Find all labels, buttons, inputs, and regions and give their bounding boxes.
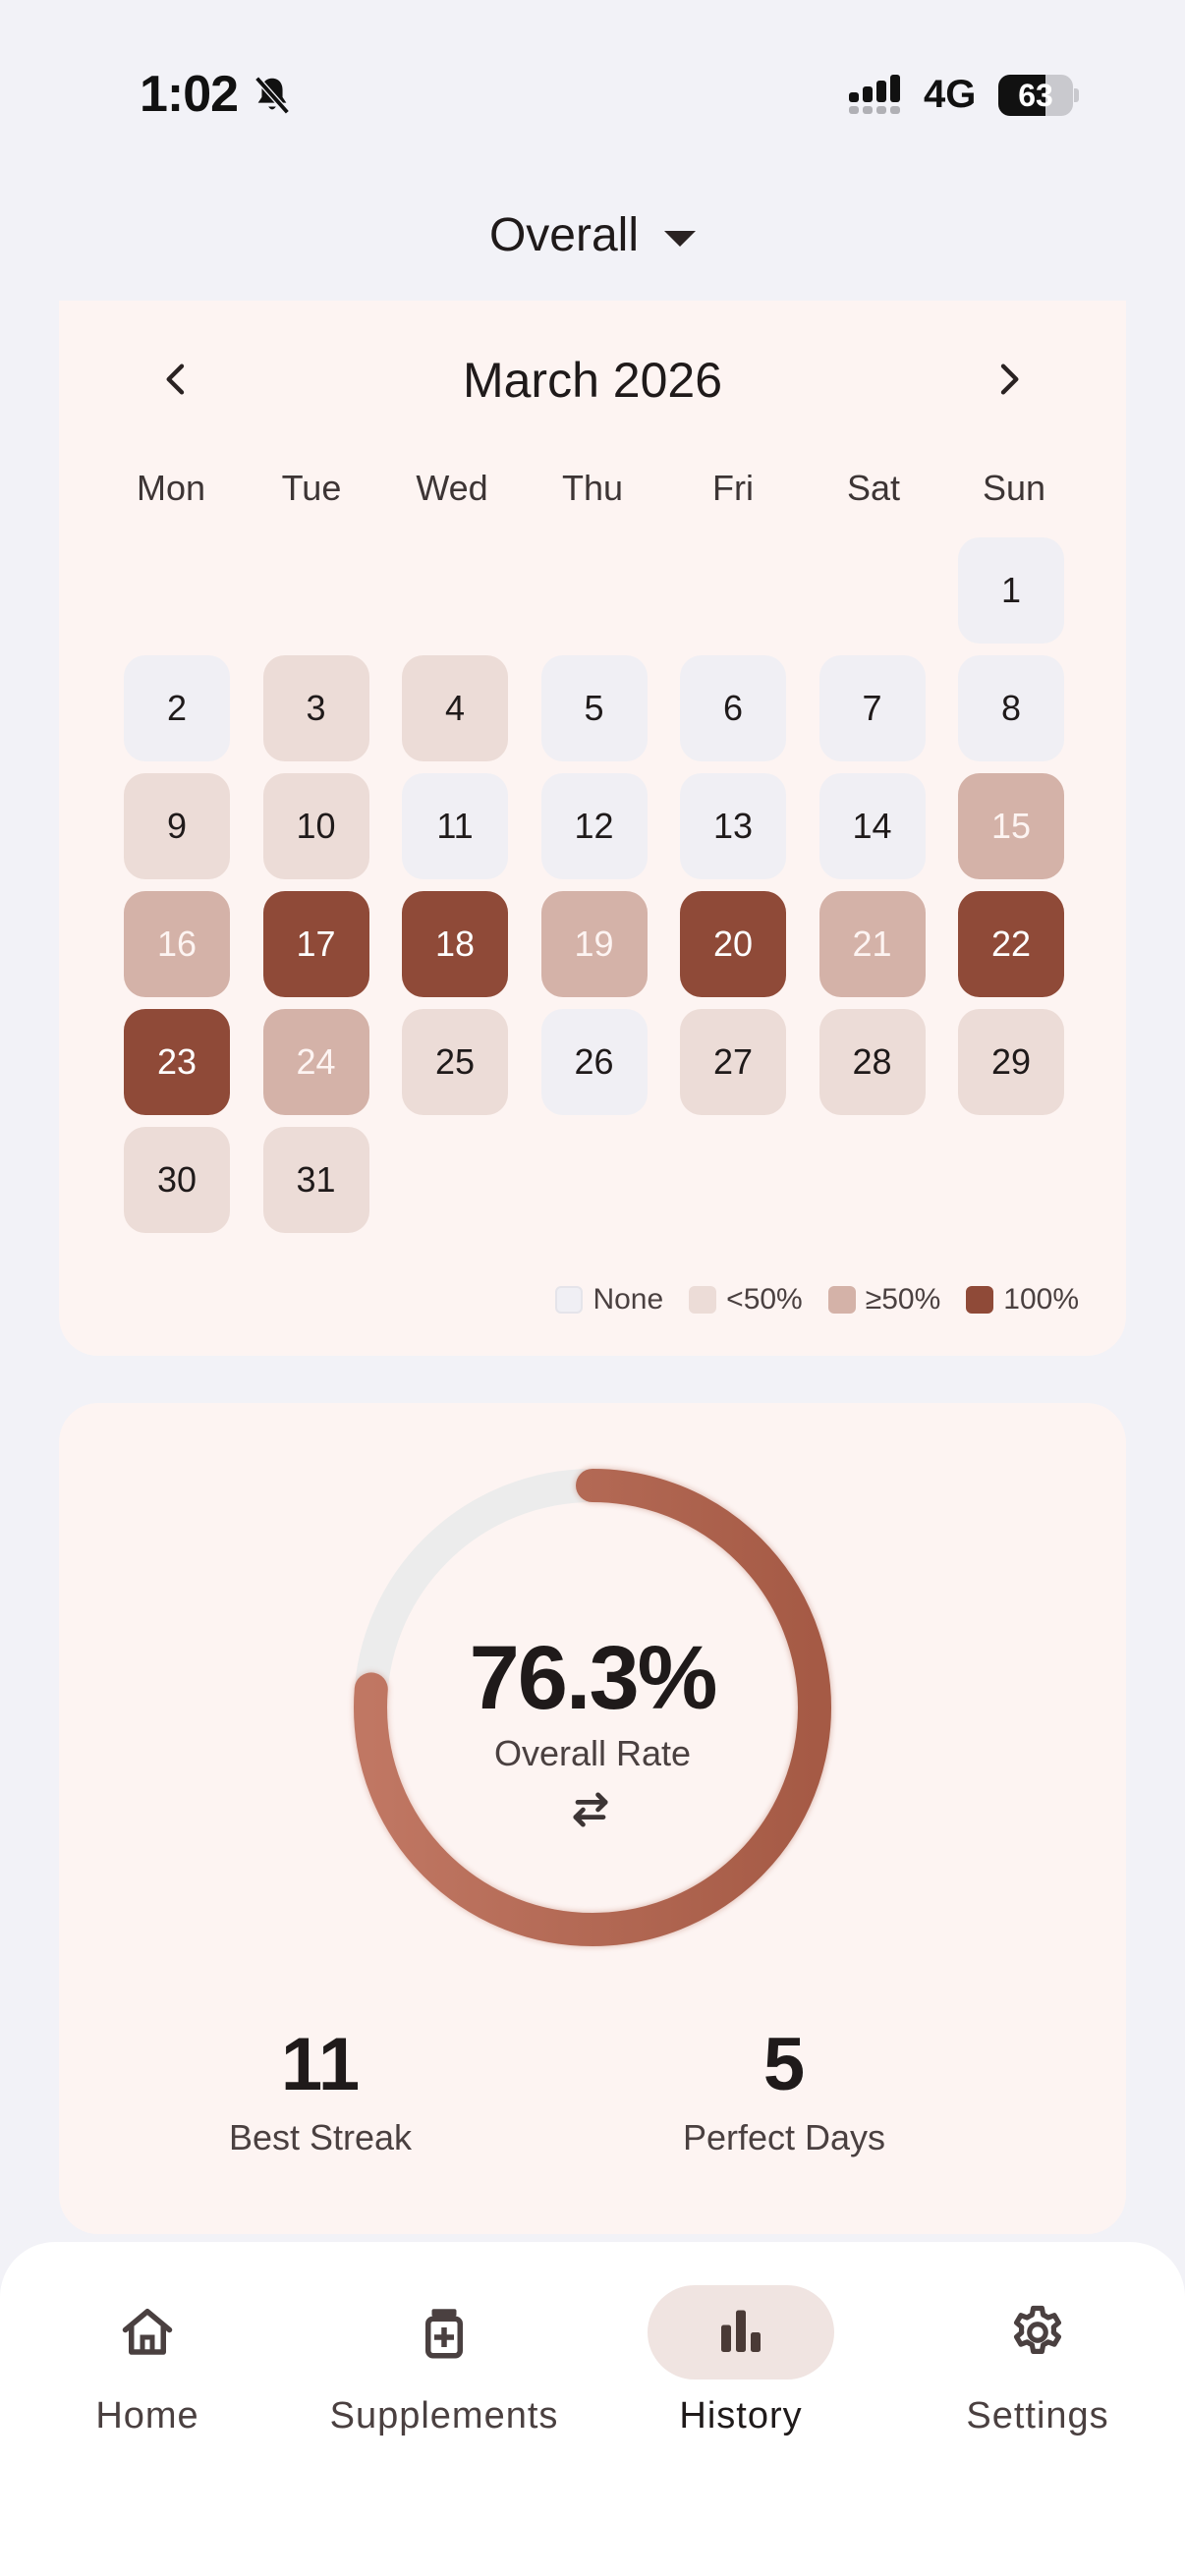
calendar-card: March 2026 Mon Tue Wed Thu Fri Sat Sun 1234567… (59, 301, 1126, 1356)
perfect-days-stat: 5 Perfect Days (588, 2022, 981, 2158)
nav-label-settings: Settings (966, 2395, 1109, 2436)
calendar-day[interactable]: 11 (402, 773, 508, 879)
calendar-day[interactable]: 5 (540, 655, 648, 761)
status-time: 1:02 (140, 66, 239, 123)
legend-label: ≥50% (865, 1283, 941, 1316)
calendar-day[interactable]: 21 (818, 891, 926, 997)
legend-item: None (555, 1283, 663, 1316)
calendar-day[interactable]: 1 (958, 537, 1064, 644)
calendar-day[interactable]: 13 (680, 773, 786, 879)
legend-swatch (555, 1286, 584, 1314)
completion-ring: 76.3% Overall Rate (347, 1462, 838, 1953)
legend-item: 100% (966, 1283, 1079, 1316)
nav-item-supplements[interactable]: Supplements (297, 2285, 592, 2437)
nav-label-history: History (679, 2395, 803, 2436)
best-streak-value: 11 (280, 2023, 361, 2106)
calendar-day[interactable]: 7 (818, 655, 926, 761)
legend-swatch (689, 1286, 717, 1314)
legend-label: None (592, 1283, 664, 1316)
legend-item: ≥50% (827, 1283, 941, 1316)
overall-rate-label: Overall Rate (493, 1733, 692, 1773)
perfect-days-label: Perfect Days (682, 2117, 886, 2157)
toggle-metric-button[interactable] (565, 1784, 620, 1839)
supplements-icon (425, 2309, 463, 2359)
legend-label: 100% (1003, 1283, 1079, 1316)
calendar-day[interactable]: 12 (540, 773, 648, 879)
calendar-day[interactable]: 4 (402, 655, 508, 761)
overall-filter-dropdown[interactable]: Overall (488, 208, 697, 262)
calendar-day[interactable]: 9 (124, 773, 230, 879)
best-streak-label: Best Streak (228, 2117, 413, 2157)
nav-item-home[interactable]: Home (0, 2285, 295, 2437)
history-chart-icon (721, 2310, 761, 2352)
battery-percent: 63 (1018, 78, 1053, 113)
bell-muted-icon (254, 76, 290, 115)
overall-rate-value: 76.3% (469, 1628, 718, 1728)
battery-icon: 63 (998, 75, 1079, 116)
calendar-day[interactable]: 26 (540, 1009, 648, 1115)
calendar-day[interactable]: 10 (262, 773, 369, 879)
calendar-day[interactable]: 14 (818, 773, 926, 879)
calendar-day[interactable]: 17 (262, 891, 369, 997)
calendar-day[interactable]: 24 (262, 1009, 369, 1115)
perfect-days-value: 5 (762, 2023, 806, 2106)
active-tab-indicator (648, 2285, 834, 2380)
legend-swatch (827, 1286, 856, 1314)
calendar-day[interactable]: 23 (124, 1009, 230, 1115)
calendar-day[interactable]: 28 (818, 1009, 926, 1115)
calendar-day[interactable]: 31 (262, 1127, 369, 1233)
gear-icon (1013, 2305, 1062, 2354)
network-type: 4G (924, 73, 977, 116)
swap-arrows-icon (573, 1792, 608, 1827)
calendar-day[interactable]: 18 (402, 891, 508, 997)
nav-label-home: Home (95, 2395, 199, 2436)
cellular-signal-icon (849, 75, 900, 114)
calendar-day[interactable]: 27 (680, 1009, 786, 1115)
legend-label: <50% (726, 1283, 803, 1316)
calendar-day[interactable]: 25 (402, 1009, 508, 1115)
stats-card: 76.3% Overall Rate 11 Best Streak 5 Perf… (59, 1403, 1126, 2234)
best-streak-stat: 11 Best Streak (124, 2022, 517, 2158)
caret-down-icon (664, 230, 697, 247)
nav-label-supplements: Supplements (329, 2395, 559, 2436)
calendar-day[interactable]: 15 (958, 773, 1064, 879)
home-icon (122, 2309, 173, 2355)
status-bar: 1:02 4G 63 (0, 0, 1185, 187)
bottom-navigation: Home Supplements History Settings (0, 2242, 1185, 2576)
calendar-day[interactable]: 6 (680, 655, 786, 761)
calendar-day[interactable]: 29 (958, 1009, 1064, 1115)
nav-item-history[interactable]: History (593, 2285, 888, 2437)
filter-bar: Overall (0, 208, 1185, 262)
calendar-day[interactable]: 19 (540, 891, 648, 997)
calendar-grid: 1 2 3 4 5 6 7 8 9 10 11 12 13 14 15 16 17 18 19 20 21 22 23 24 2… (59, 301, 1126, 1356)
calendar-day[interactable]: 2 (124, 655, 230, 761)
calendar-day[interactable]: 3 (262, 655, 369, 761)
calendar-day[interactable]: 20 (680, 891, 786, 997)
calendar-day[interactable]: 16 (124, 891, 230, 997)
legend-swatch (966, 1286, 994, 1314)
calendar-day[interactable]: 30 (124, 1127, 230, 1233)
calendar-day[interactable]: 8 (958, 655, 1064, 761)
calendar-legend: None <50% ≥50% 100% (555, 1283, 1079, 1316)
nav-item-settings[interactable]: Settings (890, 2285, 1185, 2437)
legend-item: <50% (689, 1283, 803, 1316)
calendar-day[interactable]: 22 (958, 891, 1064, 997)
filter-selected-label: Overall (488, 209, 640, 261)
